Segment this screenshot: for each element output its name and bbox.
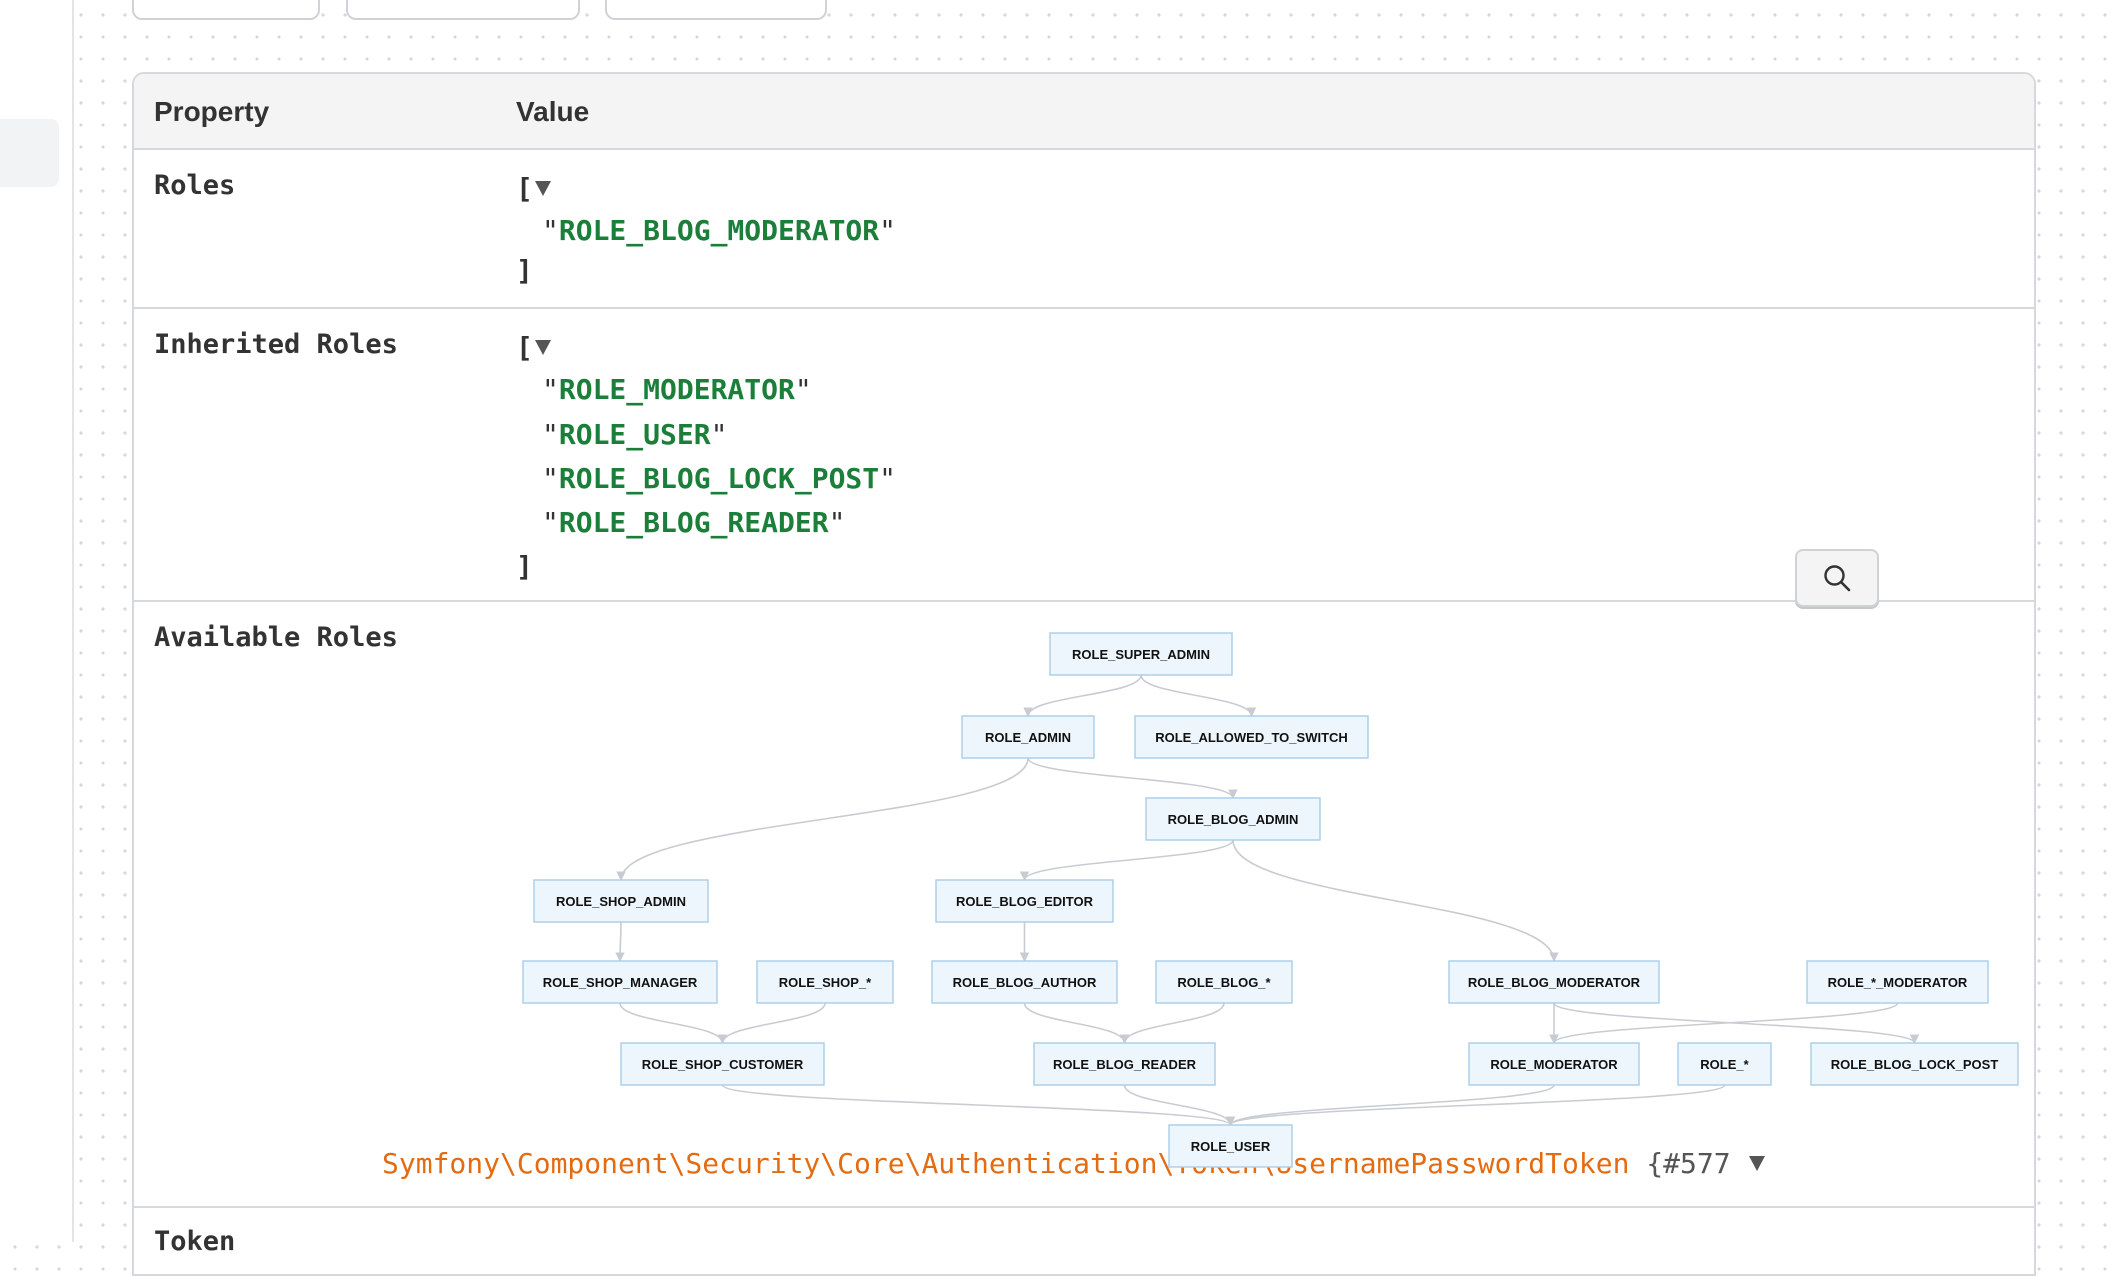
role-node-super-admin: ROLE_SUPER_ADMIN [1049,632,1233,676]
role-node-label: ROLE_* [1700,1057,1749,1072]
role-hierarchy-graph: ROLE_SUPER_ADMIN ROLE_ADMIN ROLE_ALLOWED_T… [522,632,2019,1168]
role-node-label: ROLE_BLOG_EDITOR [956,894,1094,909]
role-node-blog-editor: ROLE_BLOG_EDITOR [935,879,1114,923]
graph-edge-shop_customer-to-user [721,1084,1236,1126]
role-node-label: ROLE_*_MODERATOR [1828,975,1968,990]
graph-zoom-button[interactable] [1795,549,1879,607]
role-node-label: ROLE_BLOG_ADMIN [1168,812,1299,827]
search-icon [1824,565,1851,592]
role-node-blog-lock-post: ROLE_BLOG_LOCK_POST [1810,1042,2019,1086]
graph-edge-blog_admin-to-blog_editor [1019,839,1234,881]
role-node-user: ROLE_USER [1168,1124,1293,1168]
role-node-blog-star: ROLE_BLOG_* [1155,960,1293,1004]
graph-edge-role_star-to-user [1225,1084,1726,1126]
role-node-blog-reader: ROLE_BLOG_READER [1033,1042,1216,1086]
graph-nodes: ROLE_SUPER_ADMIN ROLE_ADMIN ROLE_ALLOWED_T… [522,632,2019,1168]
role-node-label: ROLE_MODERATOR [1490,1057,1618,1072]
role-node-label: ROLE_BLOG_MODERATOR [1468,975,1641,990]
graph-edge-super_admin-to-allowed_switch [1140,674,1257,717]
graph-edge-admin-to-shop_admin [616,757,1029,881]
role-node-label: ROLE_BLOG_* [1177,975,1271,990]
graph-edge-blog_admin-to-blog_moderator [1232,839,1559,962]
role-node-label: ROLE_SHOP_MANAGER [543,975,698,990]
role-node-shop-manager: ROLE_SHOP_MANAGER [522,960,718,1004]
role-node-label: ROLE_BLOG_LOCK_POST [1831,1057,1999,1072]
role-node-label: ROLE_SHOP_ADMIN [556,894,686,909]
role-node-label: ROLE_BLOG_AUTHOR [953,975,1097,990]
graph-edge-shop_star-to-shop_customer [717,1002,826,1044]
role-node-shop-star: ROLE_SHOP_* [756,960,894,1004]
role-node-shop-admin: ROLE_SHOP_ADMIN [533,879,709,923]
role-node-label: ROLE_SHOP_CUSTOMER [642,1057,804,1072]
graph-edge-admin-to-blog_admin [1027,757,1238,799]
graph-edge-blog_star-to-blog_reader [1119,1002,1225,1044]
graph-edge-blog_author-to-blog_reader [1023,1002,1130,1044]
role-node-star-moderator: ROLE_*_MODERATOR [1806,960,1989,1004]
role-node-label: ROLE_SHOP_* [779,975,872,990]
role-node-label: ROLE_ADMIN [985,730,1071,745]
graph-edge-star_moderator-to-moderator [1549,1002,1899,1044]
graph-edge-shop_admin-to-shop_manager [615,921,625,962]
role-node-shop-customer: ROLE_SHOP_CUSTOMER [620,1042,825,1086]
role-node-blog-author: ROLE_BLOG_AUTHOR [931,960,1118,1004]
role-node-blog-admin: ROLE_BLOG_ADMIN [1145,797,1321,841]
role-node-allowed-switch: ROLE_ALLOWED_TO_SWITCH [1134,715,1369,759]
role-node-blog-moderator: ROLE_BLOG_MODERATOR [1448,960,1660,1004]
graph-edge-moderator-to-user [1225,1084,1555,1126]
graph-edge-super_admin-to-admin [1023,674,1142,717]
role-node-role-star: ROLE_* [1677,1042,1772,1086]
role-node-label: ROLE_USER [1191,1139,1271,1154]
role-node-moderator: ROLE_MODERATOR [1468,1042,1640,1086]
role-node-label: ROLE_ALLOWED_TO_SWITCH [1155,730,1348,745]
role-node-label: ROLE_BLOG_READER [1053,1057,1197,1072]
role-node-admin: ROLE_ADMIN [961,715,1095,759]
role-node-label: ROLE_SUPER_ADMIN [1072,647,1210,662]
graph-edge-shop_manager-to-shop_customer [619,1002,728,1044]
